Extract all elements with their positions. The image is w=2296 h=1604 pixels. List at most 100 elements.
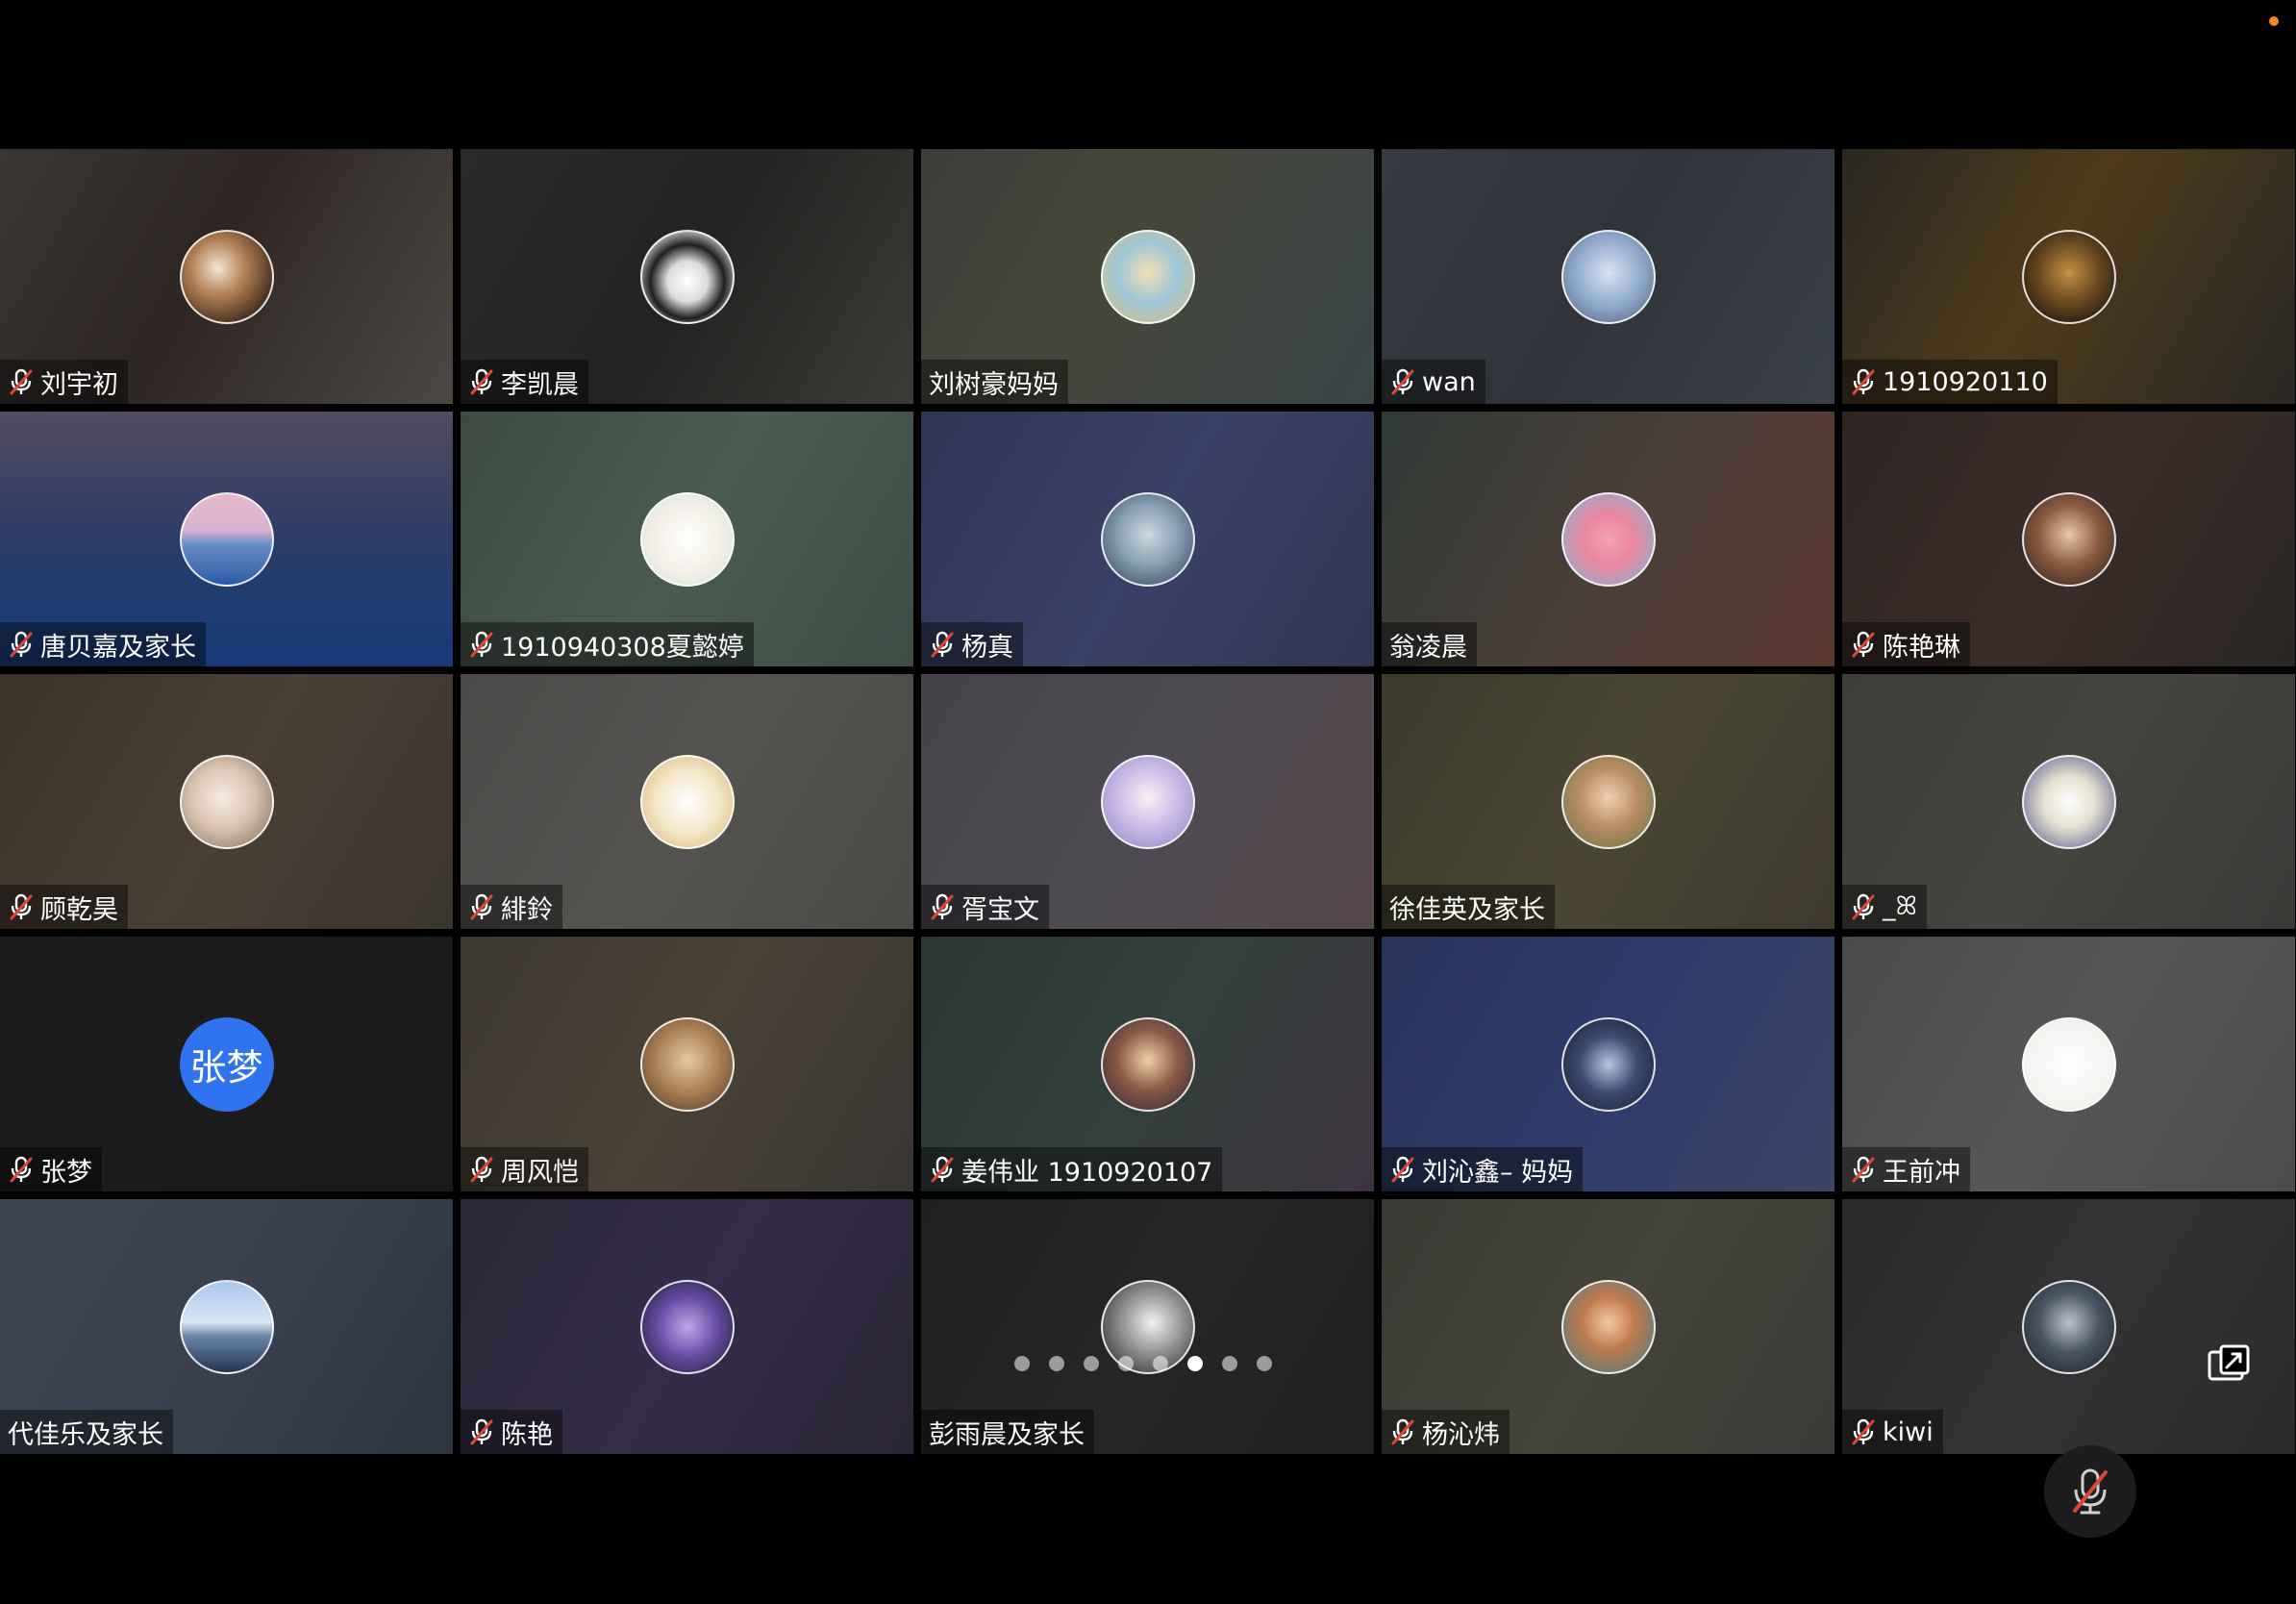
page-dot[interactable] (1222, 1356, 1237, 1371)
cat-photo-icon (179, 229, 274, 324)
participant-tile[interactable]: 陈艳 (461, 1199, 913, 1454)
dog-photo-icon (2021, 229, 2116, 324)
participant-name: 顾乾昊 (40, 894, 118, 925)
muted-mic-icon (1850, 892, 1877, 921)
person-photo-icon (2021, 491, 2116, 587)
anime-girl-icon (1100, 229, 1195, 324)
participant-name-tag: wan (1382, 360, 1485, 404)
muted-mic-icon (468, 1155, 495, 1184)
page-dot[interactable] (1153, 1356, 1168, 1371)
avatar-initials: 张梦 (189, 1046, 263, 1089)
participant-name-tag: 王前冲 (1842, 1147, 1970, 1191)
page-dot[interactable] (1014, 1356, 1030, 1371)
participant-name: 彭雨晨及家长 (929, 1419, 1085, 1450)
page-dot[interactable] (1257, 1356, 1272, 1371)
status-indicator-dot (2269, 16, 2279, 26)
cartoon-bear-icon (639, 491, 735, 587)
muted-mic-icon (8, 367, 35, 396)
participant-name: _ꕤ (1883, 891, 1917, 921)
participant-tile[interactable]: kiwi (1842, 1199, 2295, 1454)
cartoon-dog-icon (639, 754, 735, 849)
participant-tile[interactable]: wan (1382, 149, 1834, 404)
participant-name-tag: 张梦 (0, 1147, 102, 1191)
smile-doodle-icon (2021, 1016, 2116, 1112)
muted-mic-icon (8, 1155, 35, 1184)
participant-name-tag: 杨沁炜 (1382, 1410, 1510, 1454)
page-dot[interactable] (1118, 1356, 1134, 1371)
avatar: 张梦 (179, 1016, 274, 1112)
participant-tile[interactable]: 翁凌晨 (1382, 412, 1834, 666)
sea-sky-icon (179, 1279, 274, 1374)
meeting-screen: 刘宇初 李凯晨 刘树豪妈妈 wan 1910920110 唐贝嘉及家长 19109… (0, 0, 2296, 1604)
participant-name: 杨沁炜 (1422, 1419, 1500, 1450)
participant-tile[interactable]: 徐佳英及家长 (1382, 674, 1834, 929)
participant-name: 胥宝文 (961, 894, 1039, 925)
participant-grid: 刘宇初 李凯晨 刘树豪妈妈 wan 1910920110 唐贝嘉及家长 19109… (0, 149, 2296, 1455)
muted-mic-icon (468, 367, 495, 396)
participant-name: 緋鈴 (501, 894, 553, 925)
participant-tile[interactable]: 王前冲 (1842, 937, 2295, 1191)
participant-name-tag: 彭雨晨及家长 (921, 1410, 1094, 1454)
muted-mic-icon (929, 1155, 956, 1184)
participant-name-tag: 代佳乐及家长 (0, 1410, 173, 1454)
participant-name: 唐贝嘉及家长 (40, 632, 196, 663)
screen-share-icon[interactable] (2204, 1341, 2254, 1391)
participant-name: 姜伟业 1910920107 (961, 1157, 1213, 1188)
participant-name-tag: 刘宇初 (0, 360, 128, 404)
participant-name: 翁凌晨 (1389, 632, 1467, 663)
participant-tile[interactable]: 李凯晨 (461, 149, 913, 404)
participant-name-tag: 1910920110 (1842, 360, 2058, 404)
muted-mic-icon (1850, 367, 1877, 396)
participant-name: 刘树豪妈妈 (929, 369, 1059, 400)
participant-name-tag: kiwi (1842, 1410, 1943, 1454)
participant-tile[interactable]: 刘树豪妈妈 (921, 149, 1374, 404)
page-indicator[interactable] (1014, 1356, 1272, 1371)
participant-tile[interactable]: _ꕤ (1842, 674, 2295, 929)
participant-name-tag: 唐贝嘉及家长 (0, 622, 206, 666)
participant-name-tag: 李凯晨 (461, 360, 588, 404)
participant-name: 杨真 (961, 632, 1013, 663)
participant-name: kiwi (1883, 1416, 1934, 1447)
muted-mic-icon (1850, 630, 1877, 659)
participant-tile[interactable]: 1910920110 (1842, 149, 2295, 404)
participant-tile[interactable]: 彭雨晨及家长 (921, 1199, 1374, 1454)
participant-tile[interactable]: 陈艳琳 (1842, 412, 2295, 666)
page-dot[interactable] (1187, 1356, 1203, 1371)
cat-photo-icon (179, 754, 274, 849)
participant-tile[interactable]: 姜伟业 1910920107 (921, 937, 1374, 1191)
muted-mic-icon (468, 630, 495, 659)
participant-name: 张梦 (40, 1157, 92, 1188)
participant-tile[interactable]: 刘沁鑫– 妈妈 (1382, 937, 1834, 1191)
muted-mic-icon (468, 1417, 495, 1446)
muted-mic-icon (929, 630, 956, 659)
participant-tile[interactable]: 胥宝文 (921, 674, 1374, 929)
participant-tile[interactable]: 杨沁炜 (1382, 1199, 1834, 1454)
page-dot[interactable] (1049, 1356, 1064, 1371)
muted-mic-icon (2073, 1468, 2108, 1515)
muted-mic-icon (929, 892, 956, 921)
toggle-mic-button[interactable] (2044, 1445, 2136, 1538)
page-dot[interactable] (1084, 1356, 1099, 1371)
participant-name-tag: 1910940308夏懿婷 (461, 622, 754, 666)
participant-tile[interactable]: 刘宇初 (0, 149, 453, 404)
girl-photo-icon (1560, 1279, 1656, 1374)
participant-tile[interactable]: 张梦 张梦 (0, 937, 453, 1191)
participant-tile[interactable]: 緋鈴 (461, 674, 913, 929)
participant-tile[interactable]: 周风恺 (461, 937, 913, 1191)
participant-name: 陈艳琳 (1883, 632, 1960, 663)
participant-tile[interactable]: 代佳乐及家长 (0, 1199, 453, 1454)
participant-tile[interactable]: 1910940308夏懿婷 (461, 412, 913, 666)
participant-name-tag: 陈艳 (461, 1410, 562, 1454)
muted-mic-icon (468, 892, 495, 921)
patrick-star-icon (1560, 491, 1656, 587)
participant-tile[interactable]: 唐贝嘉及家长 (0, 412, 453, 666)
participant-tile[interactable]: 顾乾昊 (0, 674, 453, 929)
participant-name-tag: _ꕤ (1842, 885, 1927, 929)
muted-mic-icon (1389, 1155, 1416, 1184)
purple-art-icon (639, 1279, 735, 1374)
participant-name-tag: 刘沁鑫– 妈妈 (1382, 1147, 1584, 1191)
participant-name: 1910940308夏懿婷 (501, 632, 744, 663)
participant-name-tag: 周风恺 (461, 1147, 588, 1191)
participant-tile[interactable]: 杨真 (921, 412, 1374, 666)
participant-name: 代佳乐及家长 (8, 1419, 163, 1450)
